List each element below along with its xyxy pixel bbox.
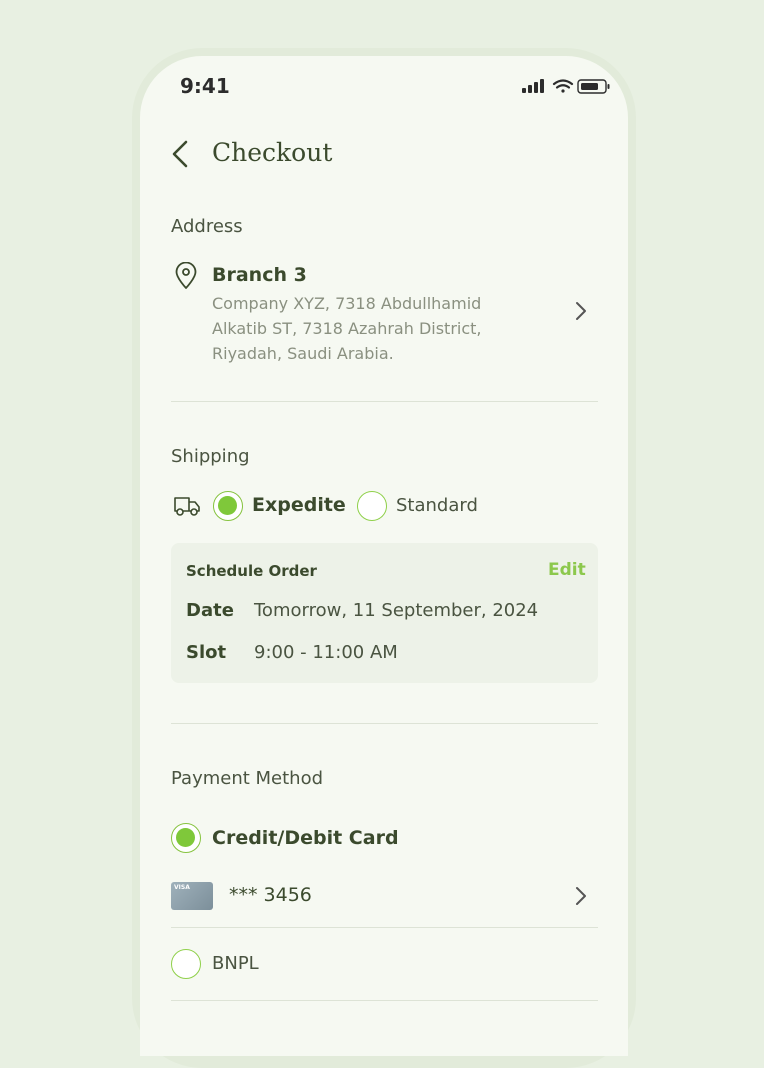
card-brand-label: VISA bbox=[174, 884, 190, 891]
status-time: 9:41 bbox=[180, 74, 230, 98]
status-icons bbox=[522, 79, 610, 94]
shipping-expedite-radio[interactable] bbox=[213, 491, 243, 521]
schedule-order-card: Schedule Order Edit Date Tomorrow, 11 Se… bbox=[171, 543, 598, 683]
payment-card-label[interactable]: Credit/Debit Card bbox=[212, 827, 399, 849]
divider bbox=[171, 927, 598, 928]
payment-section-label: Payment Method bbox=[171, 768, 324, 789]
divider bbox=[171, 1000, 598, 1001]
shipping-standard-radio[interactable] bbox=[357, 491, 387, 521]
card-thumbnail: VISA bbox=[171, 882, 213, 910]
truck-icon bbox=[174, 497, 200, 516]
divider bbox=[171, 723, 598, 724]
address-chevron-right-icon[interactable] bbox=[574, 300, 588, 322]
payment-bnpl-radio[interactable] bbox=[171, 949, 201, 979]
wifi-icon bbox=[552, 79, 574, 93]
divider bbox=[171, 401, 598, 402]
card-chevron-right-icon[interactable] bbox=[574, 885, 588, 907]
payment-card-radio[interactable] bbox=[171, 823, 201, 853]
card-masked-number[interactable]: *** 3456 bbox=[229, 884, 312, 906]
back-arrow-icon[interactable] bbox=[170, 140, 192, 168]
shipping-standard-label[interactable]: Standard bbox=[396, 495, 478, 516]
location-pin-icon bbox=[175, 262, 197, 289]
address-branch-name[interactable]: Branch 3 bbox=[212, 264, 307, 286]
address-line: Riyadah, Saudi Arabia. bbox=[212, 344, 394, 363]
battery-icon bbox=[577, 79, 610, 94]
schedule-edit-button[interactable]: Edit bbox=[548, 560, 586, 580]
schedule-date-value: Tomorrow, 11 September, 2024 bbox=[254, 600, 539, 621]
address-section-label: Address bbox=[171, 216, 243, 237]
page-title: Checkout bbox=[212, 138, 333, 167]
signal-icon bbox=[522, 79, 544, 93]
schedule-slot-key: Slot bbox=[186, 642, 227, 663]
phone-screen: 9:41 Checkout Address Branch 3 Company X… bbox=[140, 56, 628, 1056]
schedule-date-key: Date bbox=[186, 600, 234, 621]
address-line: Alkatib ST, 7318 Azahrah District, bbox=[212, 319, 482, 338]
address-line: Company XYZ, 7318 Abdullhamid bbox=[212, 294, 482, 313]
payment-bnpl-label[interactable]: BNPL bbox=[212, 953, 259, 974]
schedule-order-title: Schedule Order bbox=[186, 562, 317, 580]
shipping-expedite-label[interactable]: Expedite bbox=[252, 494, 346, 516]
schedule-slot-value: 9:00 - 11:00 AM bbox=[254, 642, 398, 663]
shipping-section-label: Shipping bbox=[171, 446, 250, 467]
